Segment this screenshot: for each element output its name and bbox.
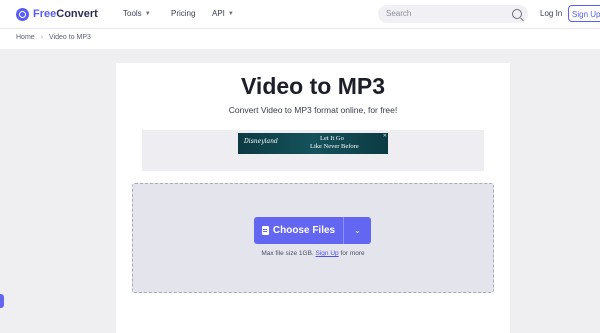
search-input[interactable]: Search — [378, 5, 528, 23]
chevron-down-icon: ▼ — [144, 10, 151, 17]
breadcrumb-home[interactable]: Home — [16, 34, 35, 41]
nav-tools[interactable]: Tools ▼ — [123, 9, 151, 18]
max-size-suffix: for more — [340, 250, 365, 257]
nav-pricing[interactable]: Pricing — [171, 9, 195, 18]
nav-tools-label: Tools — [123, 9, 142, 18]
file-dropzone[interactable]: Choose Files ⌄ Max file size 1GB. Sign U… — [132, 183, 494, 293]
converter-card: Video to MP3 Convert Video to MP3 format… — [116, 63, 510, 333]
breadcrumb-bar: Home › Video to MP3 — [0, 29, 600, 49]
page-title: Video to MP3 — [241, 73, 385, 99]
breadcrumb-current: Video to MP3 — [49, 34, 91, 41]
ad-line2: Like Never Before — [310, 143, 359, 150]
choose-files-label: Choose Files — [272, 225, 336, 236]
search-placeholder: Search — [386, 9, 412, 18]
logo-text: FreeConvert — [33, 8, 98, 20]
nav-api[interactable]: API ▼ — [212, 9, 234, 18]
signup-link[interactable]: Sign Up — [316, 250, 339, 257]
login-link[interactable]: Log In — [540, 9, 562, 18]
choose-files-button[interactable]: Choose Files — [254, 217, 343, 244]
chevron-right-icon: › — [40, 34, 44, 41]
max-size-prefix: Max file size 1GB. — [261, 250, 314, 257]
ad-container: Disneyland Let It Go Like Never Before ✕ — [142, 130, 484, 171]
signup-button[interactable]: Sign Up — [568, 5, 600, 22]
chevron-down-icon: ⌄ — [354, 226, 361, 235]
ad-brand: Disneyland — [244, 138, 278, 145]
upload-source-dropdown[interactable]: ⌄ — [344, 217, 371, 244]
search-icon[interactable] — [512, 9, 522, 19]
lower-card — [132, 312, 494, 324]
ad-close-icon[interactable]: ✕ — [383, 133, 387, 139]
breadcrumb: Home › Video to MP3 — [16, 34, 91, 41]
nav-api-label: API — [212, 9, 225, 18]
ad-banner[interactable]: Disneyland Let It Go Like Never Before ✕ — [238, 133, 388, 154]
page-subtitle: Convert Video to MP3 format online, for … — [228, 105, 398, 115]
file-icon — [261, 226, 269, 235]
freeconvert-logo[interactable]: FreeConvert — [16, 7, 98, 21]
logo-icon — [16, 7, 29, 21]
chevron-down-icon: ▼ — [227, 10, 234, 17]
top-navbar: FreeConvert Tools ▼ Pricing API ▼ Search… — [0, 0, 600, 29]
max-file-size-text: Max file size 1GB. Sign Up for more — [133, 250, 493, 257]
feedback-tab[interactable] — [0, 294, 4, 308]
nav-pricing-label: Pricing — [171, 9, 196, 18]
choose-files-group: Choose Files ⌄ — [254, 217, 371, 244]
ad-line1: Let It Go — [320, 135, 344, 142]
